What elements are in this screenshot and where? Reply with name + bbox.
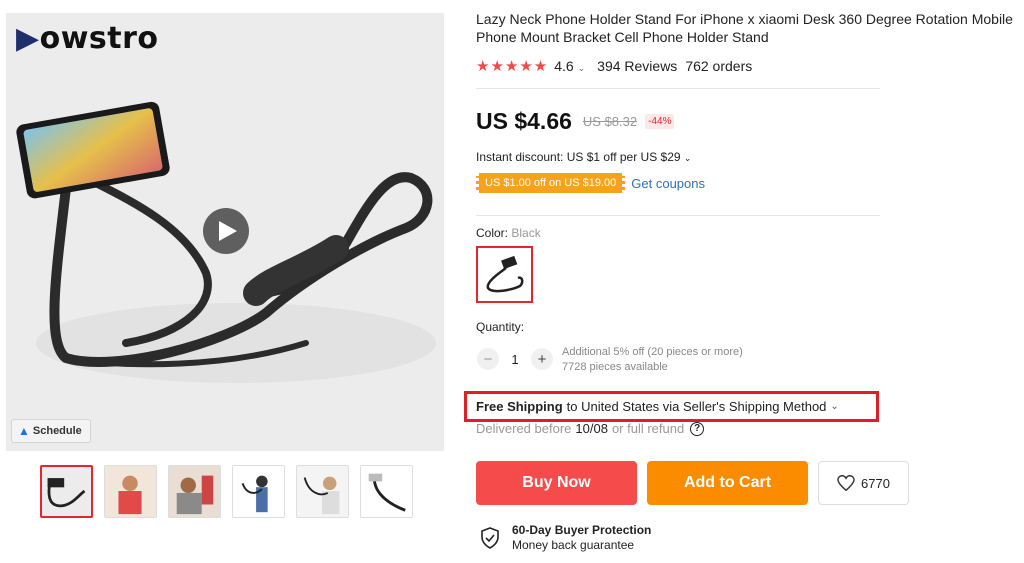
quantity-input[interactable] [500,349,530,369]
divider [476,88,880,89]
color-swatch-image [486,255,524,293]
brand-logo: ▶owstro [16,21,159,56]
rating-row: ★★★★★ 4.6 ⌄ 394 Reviews 762 orders [476,57,752,75]
quantity-increase-button[interactable]: + [531,348,553,370]
rating-value[interactable]: 4.6 ⌄ [554,58,585,74]
quantity-note: Additional 5% off (20 pieces or more) 77… [562,346,743,373]
help-icon[interactable]: ? [690,421,705,436]
main-product-image[interactable]: ▶owstro ▲ Schedule [6,13,444,451]
reviews-link[interactable]: 394 Reviews [597,58,677,74]
orders-count: 762 orders [685,58,753,74]
buy-now-button[interactable]: Buy Now [476,461,637,505]
divider [476,215,880,216]
instant-discount[interactable]: Instant discount: US $1 off per US $29 ⌄ [476,150,691,164]
coupon-badge[interactable]: US $1.00 off on US $19.00 [476,173,626,193]
color-label: Color: Black [476,226,541,240]
schedule-label: Schedule [32,425,82,437]
delivery-date: 10/08 [575,421,608,436]
delivery-estimate: Delivered before 10/08 or full refund ? [476,421,705,436]
discount-badge: -44% [645,114,675,129]
star-rating-icon: ★★★★★ [476,58,549,75]
wishlist-button[interactable]: 6770 [818,461,909,505]
shipping-method-selector[interactable]: Free Shipping to United States via Selle… [464,391,879,422]
heart-icon [837,475,855,491]
thumbnail-1[interactable] [40,465,93,518]
original-price: US $8.32 [582,114,638,129]
thumbnail-4[interactable] [232,465,285,518]
add-to-cart-button[interactable]: Add to Cart [647,461,808,505]
thumbnail-strip [40,465,413,518]
schedule-button[interactable]: ▲ Schedule [11,419,91,443]
free-shipping-label: Free Shipping [476,399,563,414]
protection-title: 60-Day Buyer Protection [512,523,652,537]
quantity-decrease-button[interactable]: − [477,348,499,370]
product-title: Lazy Neck Phone Holder Stand For iPhone … [476,11,1013,45]
buyer-protection: 60-Day Buyer Protection Money back guara… [480,523,651,553]
thumbnail-3[interactable] [168,465,221,518]
shipping-destination: to United States via Seller's Shipping M… [566,399,827,414]
get-coupons-link[interactable]: Get coupons [631,176,705,191]
wishlist-count: 6770 [861,475,890,491]
color-option-black[interactable] [476,246,533,303]
price-row: US $4.66 US $8.32 -44% [476,108,675,135]
coupon-row: US $1.00 off on US $19.00 Get coupons [476,173,705,193]
thumbnail-2[interactable] [104,465,157,518]
chevron-down-icon: ⌄ [830,401,839,412]
quantity-label: Quantity: [476,320,525,334]
current-price: US $4.66 [476,108,572,134]
play-video-button[interactable] [203,208,249,254]
protection-subtitle: Money back guarantee [512,538,635,552]
schedule-icon: ▲ [18,424,30,438]
play-icon [219,221,237,241]
thumbnail-6[interactable] [360,465,413,518]
selected-color: Black [511,226,541,240]
shield-check-icon [481,527,499,549]
thumbnail-5[interactable] [296,465,349,518]
